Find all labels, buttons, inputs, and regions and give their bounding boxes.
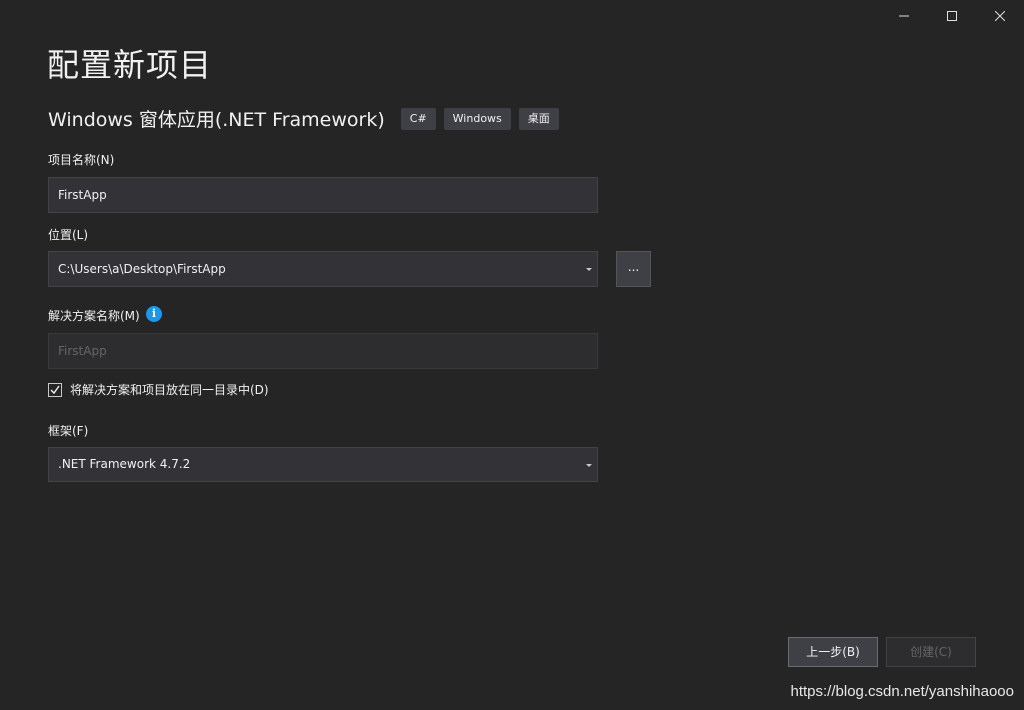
- browse-button[interactable]: ...: [616, 251, 651, 287]
- chevron-down-icon: [586, 464, 592, 467]
- framework-value: .NET Framework 4.7.2: [58, 457, 191, 471]
- window-controls: [880, 0, 1024, 32]
- location-label: 位置(L): [48, 228, 89, 242]
- solution-name-input[interactable]: FirstApp: [48, 333, 598, 369]
- project-type-row: Windows 窗体应用(.NET Framework) C# Windows …: [48, 105, 567, 132]
- tag-project-type: 桌面: [518, 107, 559, 130]
- checkmark-icon: [50, 385, 60, 394]
- framework-combobox[interactable]: .NET Framework 4.7.2: [48, 447, 598, 482]
- same-directory-checkbox[interactable]: [48, 382, 62, 397]
- watermark: https://blog.csdn.net/yanshihaooo: [790, 683, 1015, 700]
- chevron-down-icon: [586, 268, 592, 271]
- location-combobox[interactable]: C:\Users\a\Desktop\FirstApp: [48, 251, 598, 287]
- tag-language: C#: [400, 107, 436, 130]
- solution-name-label: 解决方案名称(M): [48, 309, 140, 323]
- minimize-icon: [899, 15, 909, 17]
- close-button[interactable]: [976, 0, 1024, 32]
- same-directory-label[interactable]: 将解决方案和项目放在同一目录中(D): [70, 381, 269, 398]
- close-icon: [995, 11, 1005, 21]
- minimize-button[interactable]: [880, 0, 928, 32]
- location-value: C:\Users\a\Desktop\FirstApp: [58, 262, 226, 276]
- project-name-label: 项目名称(N): [48, 153, 115, 167]
- create-button[interactable]: 创建(C): [886, 637, 976, 667]
- framework-label: 框架(F): [48, 424, 89, 438]
- back-button[interactable]: 上一步(B): [788, 637, 878, 667]
- same-directory-option: 将解决方案和项目放在同一目录中(D): [48, 381, 269, 398]
- maximize-button[interactable]: [928, 0, 976, 32]
- project-name-input[interactable]: FirstApp: [48, 177, 598, 213]
- project-type-title: Windows 窗体应用(.NET Framework): [48, 109, 385, 131]
- page-title: 配置新项目: [47, 46, 213, 84]
- maximize-icon: [947, 11, 957, 21]
- tag-platform: Windows: [443, 107, 511, 130]
- info-icon[interactable]: i: [146, 306, 162, 322]
